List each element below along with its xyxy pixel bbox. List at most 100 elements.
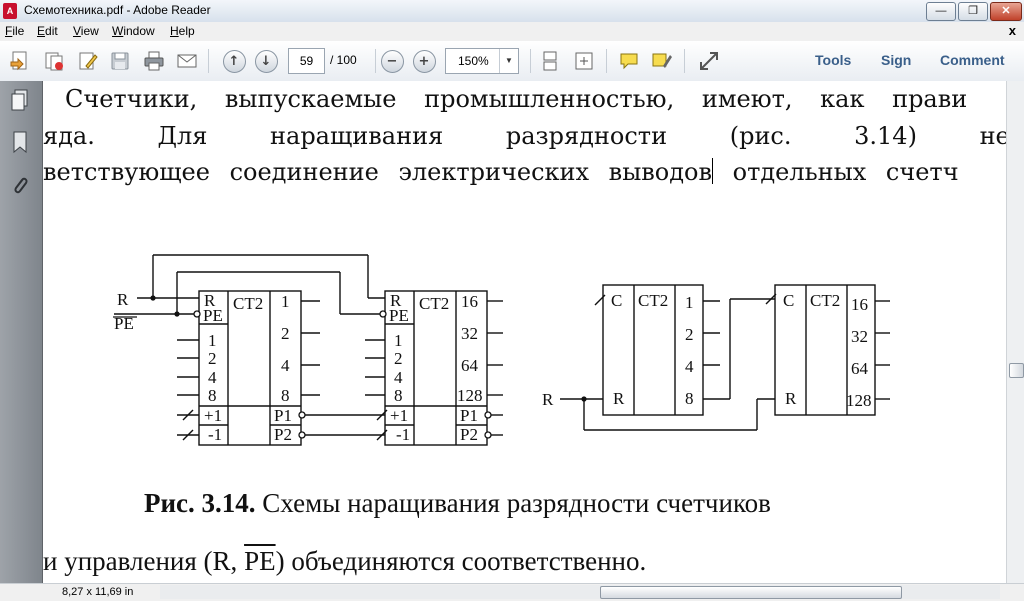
chip2-p2: P2	[460, 425, 478, 444]
arrow-up-icon: ↑	[222, 49, 246, 73]
last-line-end: ) объединяются соответственно.	[275, 546, 647, 576]
menu-view[interactable]: View	[73, 24, 99, 38]
page-number-input[interactable]: 59	[288, 48, 325, 74]
combine-files-icon[interactable]	[42, 49, 66, 73]
vertical-scrollbar[interactable]	[1006, 81, 1024, 583]
title-bar: A Схемотехника.pdf - Adobe Reader — ❐ ✕	[0, 0, 1024, 23]
rchip1-q1: 1	[685, 293, 694, 312]
text-line-3: ветствующее соединение электрических выв…	[43, 158, 959, 186]
toolbar-separator	[606, 49, 607, 73]
figure-caption: Рис. 3.14. Схемы наращивания разрядности…	[144, 488, 771, 519]
chip2-d8: 8	[394, 386, 403, 405]
rchip2-q128: 128	[846, 391, 872, 410]
print-icon[interactable]	[142, 49, 166, 73]
rchip1-c-label: C	[611, 291, 622, 310]
status-bar: 8,27 x 11,69 in	[0, 583, 1024, 601]
comment-button[interactable]: Comment	[940, 52, 1005, 68]
chip2-d4: 4	[394, 368, 403, 387]
tools-button[interactable]: Tools	[815, 52, 851, 68]
horizontal-scroll-thumb[interactable]	[600, 586, 902, 599]
expand-icon[interactable]	[697, 49, 721, 73]
menu-edit[interactable]: Edit	[37, 24, 58, 38]
right-input-r-label: R	[542, 390, 554, 409]
toolbar-separator	[530, 49, 531, 73]
toolbar-separator	[208, 49, 209, 73]
junction-dot	[150, 295, 156, 301]
rchip1-ct-label: CT2	[638, 291, 668, 310]
rchip2-q64: 64	[851, 359, 869, 378]
toolbar-separator	[684, 49, 685, 73]
menu-window[interactable]: Window	[112, 24, 155, 38]
chip2-q128: 128	[457, 386, 483, 405]
chip1-q4: 4	[281, 356, 290, 375]
menu-help[interactable]: Help	[170, 24, 195, 38]
rchip2-c-label: C	[783, 291, 794, 310]
previous-page-button[interactable]: ↑	[222, 49, 246, 73]
chip2-pe-label: PE	[389, 306, 409, 325]
chip2-d2: 2	[394, 349, 403, 368]
chip1-pe-label: PE	[203, 306, 223, 325]
document-close-icon[interactable]: x	[1009, 23, 1016, 38]
page-total: / 100	[330, 53, 357, 67]
chip1-d2: 2	[208, 349, 217, 368]
chip1-plus: +1	[204, 406, 222, 425]
next-page-button[interactable]: ↓	[254, 49, 278, 73]
document-view[interactable]: Счетчики, выпускаемые промышленностью, и…	[43, 81, 1006, 583]
chip1-d1: 1	[208, 331, 217, 350]
highlight-text-icon[interactable]	[650, 49, 674, 73]
page-size-label: 8,27 x 11,69 in	[62, 586, 134, 598]
sign-button[interactable]: Sign	[881, 52, 911, 68]
rchip2-q16: 16	[851, 295, 868, 314]
window-title: Схемотехника.pdf - Adobe Reader	[24, 3, 211, 17]
chip2-q64: 64	[461, 356, 479, 375]
rchip1-q8: 8	[685, 389, 694, 408]
figure-3-14: R PE R PE CT2 1 2 4 8 +1 -1 1 2 4 8 P1 P…	[113, 254, 890, 446]
plus-icon: +	[412, 49, 436, 73]
rchip1-r-label: R	[613, 389, 625, 408]
rchip2-ct-label: CT2	[810, 291, 840, 310]
bookmarks-icon[interactable]	[8, 129, 32, 155]
create-pdf-icon[interactable]	[8, 49, 32, 73]
menu-file[interactable]: File	[5, 24, 24, 38]
chip1-q8: 8	[281, 386, 290, 405]
caption-number: Рис. 3.14.	[144, 488, 256, 518]
fit-page-icon[interactable]	[572, 49, 596, 73]
chip1-minus: -1	[208, 425, 222, 444]
chip2-q32: 32	[461, 324, 478, 343]
page-thumbnails-icon[interactable]	[8, 87, 32, 113]
attachments-icon[interactable]	[8, 173, 32, 199]
chip2-q16: 16	[461, 292, 478, 311]
save-icon[interactable]	[108, 49, 132, 73]
chevron-down-icon[interactable]: ▼	[499, 49, 518, 73]
edit-document-icon[interactable]	[76, 49, 100, 73]
email-icon[interactable]	[175, 49, 199, 73]
vertical-scroll-thumb[interactable]	[1009, 363, 1024, 378]
rchip1-q2: 2	[685, 325, 694, 344]
navigation-pane	[0, 81, 43, 583]
junction-dot	[174, 311, 180, 317]
last-line-pe: PE	[244, 546, 276, 576]
zoom-in-button[interactable]: +	[412, 49, 436, 73]
rchip1-q4: 4	[685, 357, 694, 376]
text-line-3-end: отдельных счетч	[713, 158, 959, 186]
adobe-reader-icon: A	[3, 3, 17, 19]
sticky-note-icon[interactable]	[617, 49, 641, 73]
chip1-p2: P2	[274, 425, 292, 444]
maximize-button[interactable]: ❐	[958, 2, 988, 21]
input-pe-label: PE	[114, 314, 134, 333]
zoom-out-button[interactable]: −	[380, 49, 404, 73]
scrolling-mode-icon[interactable]	[538, 49, 562, 73]
toolbar-separator	[375, 49, 376, 73]
caption-text: Схемы наращивания разрядности счетчиков	[255, 488, 771, 518]
minus-icon: −	[380, 49, 404, 73]
last-line-start: и управления (R,	[43, 546, 245, 576]
zoom-select[interactable]: 150% ▼	[445, 48, 519, 74]
close-button[interactable]: ✕	[990, 2, 1022, 21]
chip1-q1: 1	[281, 292, 290, 311]
chip1-d4: 4	[208, 368, 217, 387]
chip1-d8: 8	[208, 386, 217, 405]
chip2-plus: +1	[390, 406, 408, 425]
junction-dot	[581, 396, 587, 402]
horizontal-scrollbar[interactable]	[160, 585, 1000, 599]
minimize-button[interactable]: —	[926, 2, 956, 21]
